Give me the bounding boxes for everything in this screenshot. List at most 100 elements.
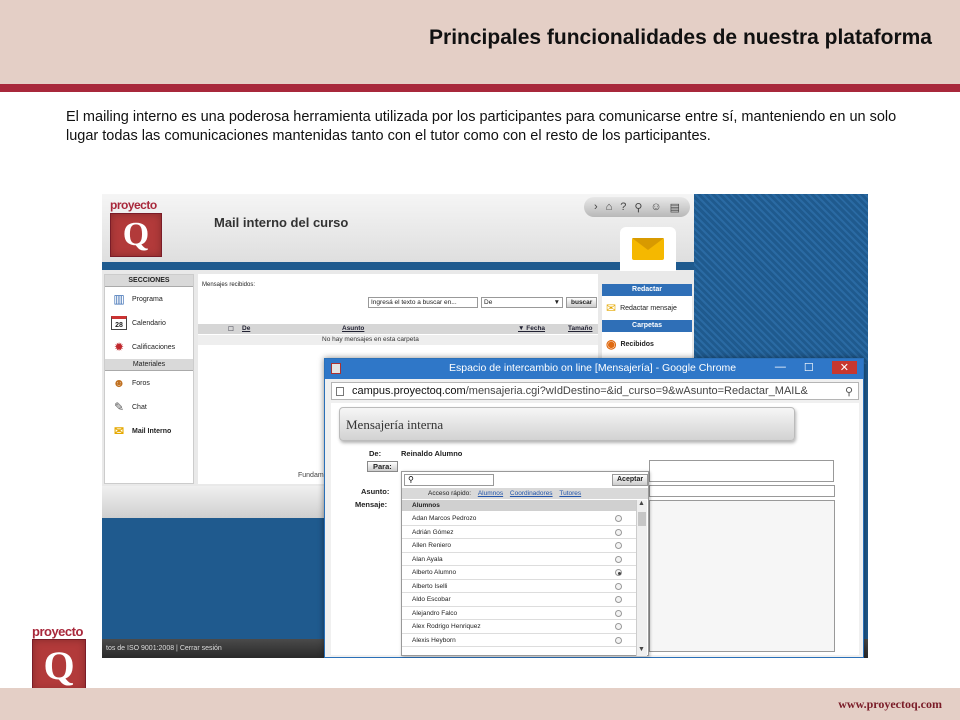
redactar-header: Redactar	[602, 284, 692, 296]
sidebar-subheader: Materiales	[105, 359, 193, 371]
search-button[interactable]: buscar	[566, 297, 598, 308]
list-item[interactable]: Alex Rodrigo Henriquez	[402, 620, 636, 634]
radio-button[interactable]	[615, 609, 622, 617]
col-fecha[interactable]: ▼ Fecha	[518, 325, 545, 332]
slide: Principales funcionalidades de nuestra p…	[0, 0, 960, 720]
scroll-thumb[interactable]	[638, 512, 646, 526]
header-accent-line	[0, 84, 960, 92]
compose-message-link[interactable]: ✉ Redactar mensaje	[602, 296, 692, 320]
list-item[interactable]: Alan Ayala	[402, 553, 636, 566]
address-bar[interactable]: campus.proyectoq.com/mensajeria.cgi?wIdD…	[331, 382, 859, 400]
sidebar-item-foros[interactable]: ☻ Foros	[105, 371, 193, 395]
help-icon[interactable]: ?	[620, 201, 626, 213]
list-item[interactable]: Alejandro Falco	[402, 607, 636, 620]
mail-tab[interactable]	[620, 227, 676, 271]
popup-content: Mensajería interna De: Reinaldo Alumno P…	[331, 403, 859, 656]
empty-folder-message: No hay mensajes en esta carpeta	[198, 335, 598, 345]
messaging-heading: Mensajería interna	[339, 407, 795, 441]
radio-button[interactable]	[615, 582, 622, 590]
received-label: Mensajes recibidos:	[202, 282, 256, 288]
students-list: Adan Marcos Pedrozo Adrián Gómez Allen R…	[402, 512, 636, 647]
col-de[interactable]: De	[242, 325, 250, 332]
minimize-icon[interactable]: —	[775, 361, 786, 374]
footer-partial-text: Fundam	[298, 472, 324, 479]
footer-url[interactable]: www.proyectoq.com	[838, 697, 942, 712]
search-icon[interactable]: ⚲	[845, 384, 853, 399]
close-icon[interactable]: ✕	[831, 361, 857, 374]
home-icon[interactable]: ⌂	[606, 201, 613, 213]
calendar-icon: 28	[111, 316, 127, 330]
app-logo-q: Q	[110, 213, 162, 257]
students-list-header: Alumnos	[402, 500, 636, 511]
chrome-popup-window: Espacio de intercambio on line [Mensajer…	[324, 358, 864, 658]
para-button[interactable]: Para:	[367, 461, 398, 472]
sidebar-header: SECCIONES	[105, 275, 193, 287]
sidebar-item-calificaciones[interactable]: ✹ Calificaciones	[105, 335, 193, 359]
list-item[interactable]: Alexis Heyborn	[402, 634, 636, 647]
print-icon[interactable]: ▤	[670, 201, 680, 214]
sidebar-item-chat[interactable]: ✎ Chat	[105, 395, 193, 419]
scroll-down-icon[interactable]: ▼	[638, 646, 645, 653]
sidebar-item-calendario[interactable]: 28 Calendario	[105, 311, 193, 335]
radio-button[interactable]	[615, 528, 622, 536]
mensaje-label: Mensaje:	[355, 500, 388, 509]
radio-button[interactable]	[615, 515, 622, 522]
list-item[interactable]: Alberto Iselli	[402, 580, 636, 593]
accept-button[interactable]: Aceptar	[612, 474, 649, 486]
list-item[interactable]: Aldo Escobar	[402, 593, 636, 607]
col-tamano[interactable]: Tamaño	[568, 325, 592, 332]
sidebar-item-programa[interactable]: ▥ Programa	[105, 287, 193, 311]
window-controls: — ☐ ✕	[775, 361, 857, 374]
search-icon[interactable]: ⚲	[634, 201, 642, 214]
mail-icon: ✉	[606, 301, 617, 315]
radio-button[interactable]	[615, 596, 622, 603]
search-field-select[interactable]: De ▼	[481, 297, 563, 308]
app-title: Mail interno del curso	[214, 215, 349, 230]
forum-icon: ☻	[112, 376, 126, 390]
sections-sidebar: SECCIONES ▥ Programa 28 Calendario ✹ Cal…	[104, 274, 194, 484]
message-body[interactable]	[649, 500, 835, 652]
user-icon[interactable]: ☺	[650, 201, 661, 213]
quick-link-tutores[interactable]: Tutores	[559, 490, 581, 497]
maximize-icon[interactable]: ☐	[804, 361, 814, 374]
sidebar-item-mail-interno[interactable]: ✉ Mail Interno	[105, 419, 193, 443]
list-item[interactable]: Adrián Gómez	[402, 526, 636, 539]
arrow-right-icon[interactable]: ›	[594, 201, 598, 213]
de-label: De:	[369, 449, 382, 458]
radio-button[interactable]	[615, 542, 622, 549]
select-all-checkbox[interactable]: ☐	[228, 325, 234, 333]
toolbar: › ⌂ ? ⚲ ☺ ▤	[584, 197, 690, 217]
mail-icon	[632, 238, 664, 260]
favicon-icon	[331, 363, 341, 374]
list-scrollbar[interactable]: ▲ ▼	[636, 500, 647, 656]
slide-logo: proyecto Q	[32, 624, 92, 691]
received-folder-link[interactable]: ◉ Recibidos	[602, 332, 692, 356]
scroll-up-icon[interactable]: ▲	[638, 500, 645, 507]
asunto-label: Asunto:	[361, 487, 390, 496]
radio-button[interactable]	[615, 623, 622, 630]
slide-title: Principales funcionalidades de nuestra p…	[429, 26, 932, 49]
app-logo[interactable]: proyecto Q	[110, 198, 170, 257]
popup-titlebar[interactable]: Espacio de intercambio on line [Mensajer…	[325, 359, 863, 379]
recipient-search-input[interactable]: ⚲	[404, 474, 494, 486]
radio-button[interactable]	[615, 555, 622, 563]
list-item[interactable]: Allen Reniero	[402, 539, 636, 553]
search-input[interactable]: Ingresá el texto a buscar en...	[368, 297, 478, 308]
mail-icon: ✉	[113, 424, 125, 438]
recipient-picker: ⚲ Aceptar Acceso rápido: Alumnos Coordin…	[401, 471, 649, 656]
col-asunto[interactable]: Asunto	[342, 325, 364, 332]
slide-logo-q: Q	[32, 639, 86, 691]
dropdown-arrow-icon: ▼	[553, 299, 560, 306]
carpetas-header: Carpetas	[602, 320, 692, 332]
subject-input[interactable]	[649, 485, 835, 497]
recipients-field[interactable]	[649, 460, 834, 482]
popup-title: Espacio de intercambio on line [Mensajer…	[449, 362, 737, 374]
list-item[interactable]: Adan Marcos Pedrozo	[402, 512, 636, 526]
quick-link-alumnos[interactable]: Alumnos	[478, 490, 503, 497]
list-item[interactable]: Alberto Alumno	[402, 566, 636, 580]
radio-button-selected[interactable]	[615, 569, 622, 576]
radio-button[interactable]	[615, 636, 622, 644]
quick-link-coordinadores[interactable]: Coordinadores	[510, 490, 553, 497]
page-icon	[336, 387, 344, 396]
inbox-table-header: ☐ De Asunto ▼ Fecha Tamaño	[198, 324, 598, 334]
